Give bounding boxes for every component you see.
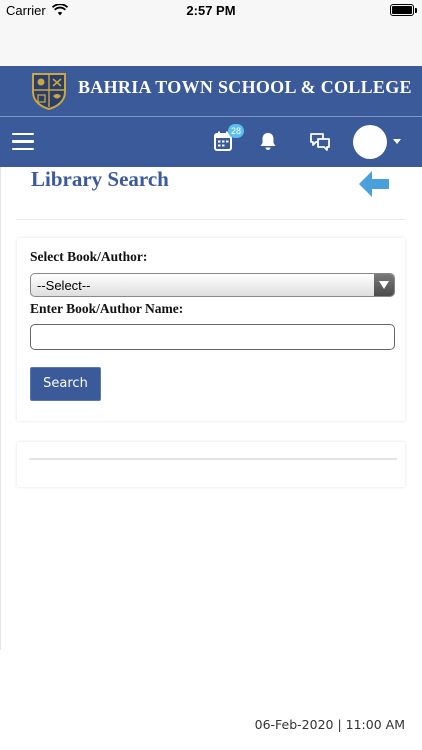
battery-icon [390,4,414,16]
status-bar: Carrier 2:57 PM [0,0,422,24]
select-book-author-label: Select Book/Author: [30,249,148,264]
title-divider [16,219,406,220]
dropdown-caret-icon[interactable] [393,139,401,144]
bell-icon[interactable] [259,132,277,151]
search-form-card: Select Book/Author: --Select-- Enter Boo… [17,238,405,421]
school-crest-icon [32,73,66,110]
content-border [0,167,1,650]
results-card [17,442,405,487]
select-value: --Select-- [37,278,91,293]
nav-bar: 28 [0,117,422,167]
back-arrow-icon[interactable] [357,169,391,199]
clock: 2:57 PM [186,3,236,18]
results-divider [29,458,397,460]
page-title: Library Search [31,167,169,191]
book-author-select[interactable]: --Select-- [30,273,395,297]
battery-tip [415,7,417,13]
search-button[interactable]: Search [30,367,101,401]
school-header: BAHRIA TOWN SCHOOL & COLLEGE [0,66,422,116]
book-author-name-input[interactable] [30,324,395,350]
calendar-badge: 28 [228,124,244,138]
chat-icon[interactable] [309,132,331,151]
book-author-name-label: Enter Book/Author Name: [30,301,184,316]
footer-datetime: 06-Feb-2020 | 11:00 AM [254,717,405,732]
school-name: BAHRIA TOWN SCHOOL & COLLEGE [78,77,412,97]
hamburger-menu-icon[interactable] [12,133,34,151]
avatar[interactable] [353,125,387,159]
select-arrow-icon[interactable] [374,274,394,296]
top-spacer [0,24,422,66]
